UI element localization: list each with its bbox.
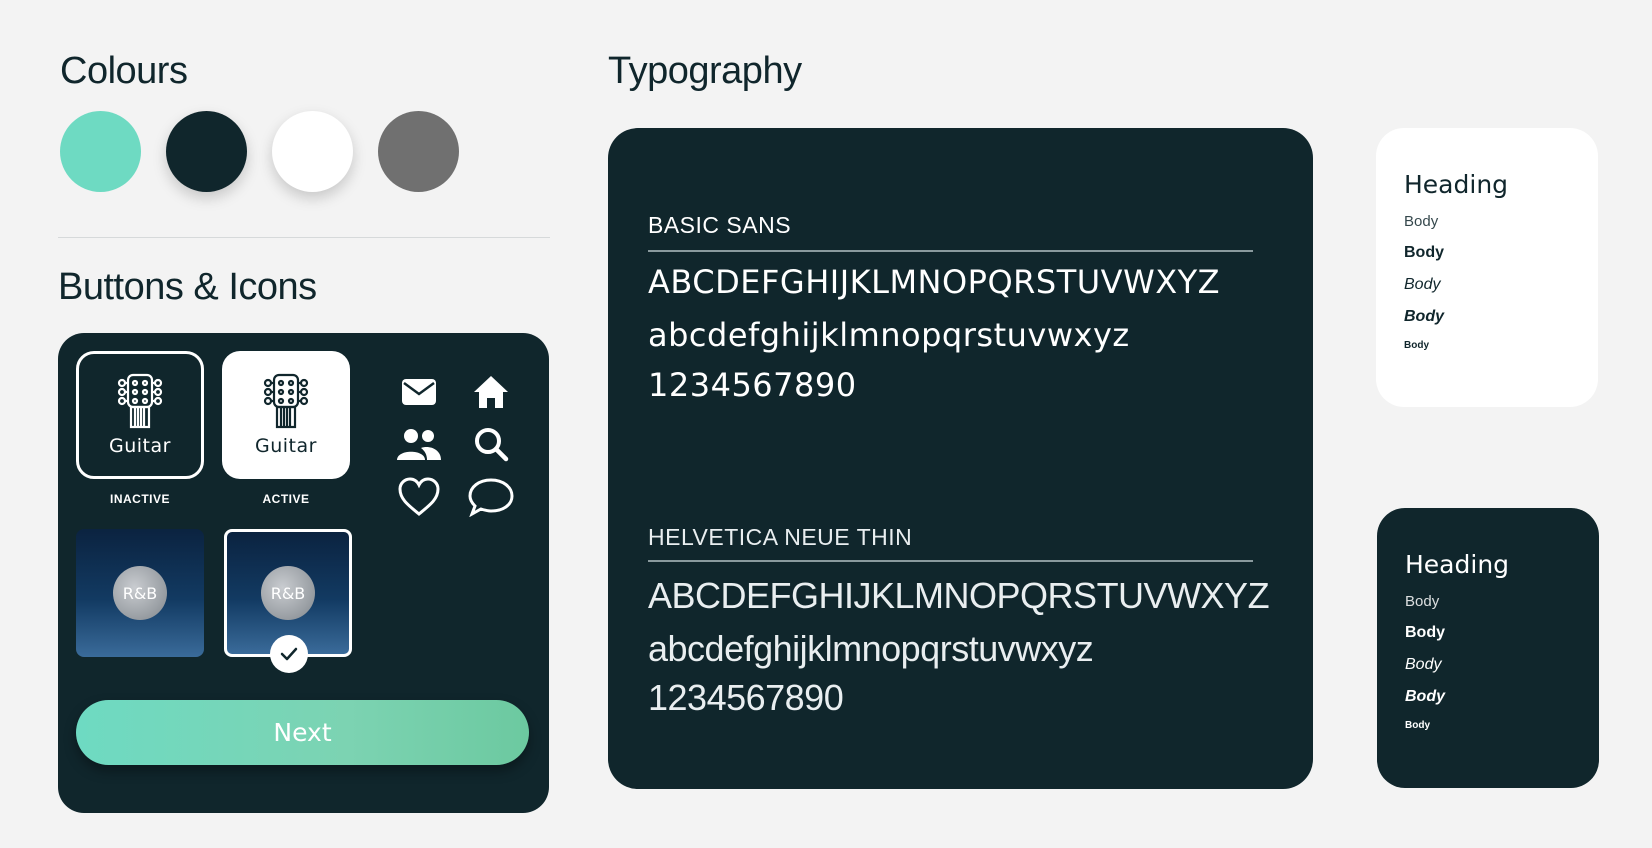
type-styles-light-card: Heading Body Body Body Body Body xyxy=(1376,128,1598,407)
swatch-white xyxy=(272,111,353,192)
body-small-sample: Body xyxy=(1404,340,1429,351)
type-styles-dark-card: Heading Body Body Body Body Body xyxy=(1377,508,1599,788)
typography-card: BASIC SANS ABCDEFGHIJKLMNOPQRSTUVWXYZ ab… xyxy=(608,128,1313,789)
mail-icon[interactable] xyxy=(395,368,443,416)
sample-digits: 1234567890 xyxy=(648,677,844,718)
guitar-headstock-icon xyxy=(263,373,309,429)
colours-title: Colours xyxy=(60,50,188,92)
guitar-headstock-icon xyxy=(117,373,163,429)
body-italic-sample: Body xyxy=(1405,656,1442,673)
guitar-tile-active[interactable]: Guitar xyxy=(222,351,350,479)
heart-icon[interactable] xyxy=(395,473,443,521)
sample-digits: 1234567890 xyxy=(648,366,857,404)
swatch-mint xyxy=(60,111,141,192)
body-small-sample: Body xyxy=(1405,720,1430,731)
checkmark-icon xyxy=(270,635,308,673)
genre-label: R&B xyxy=(113,566,167,620)
heading-sample: Heading xyxy=(1404,170,1509,199)
body-bold-sample: Body xyxy=(1405,624,1445,641)
genre-tile-rnb[interactable]: R&B xyxy=(76,529,204,657)
swatch-grey xyxy=(378,111,459,192)
chat-icon[interactable] xyxy=(467,473,515,521)
next-button[interactable]: Next xyxy=(76,700,529,765)
buttons-icons-title: Buttons & Icons xyxy=(58,266,317,308)
font-divider xyxy=(648,250,1253,252)
font-divider xyxy=(648,560,1253,562)
sample-uppercase: ABCDEFGHIJKLMNOPQRSTUVWXYZ xyxy=(648,263,1221,301)
tile-label: Guitar xyxy=(255,435,317,457)
genre-label: R&B xyxy=(261,566,315,620)
search-icon[interactable] xyxy=(467,420,515,468)
sample-lowercase: abcdefghijklmnopqrstuvwxyz xyxy=(648,628,1094,669)
home-icon[interactable] xyxy=(467,368,515,416)
body-italic-sample: Body xyxy=(1404,276,1441,293)
body-bold-italic-sample: Body xyxy=(1405,688,1445,705)
font-name-basic-sans: BASIC SANS xyxy=(648,212,792,238)
state-label-active: ACTIVE xyxy=(262,492,310,506)
people-icon[interactable] xyxy=(395,420,443,468)
state-label-inactive: INACTIVE xyxy=(109,492,170,506)
body-bold-sample: Body xyxy=(1404,244,1444,261)
buttons-icons-panel: Guitar INACTIVE Guitar ACTIVE R&B R&B Ne… xyxy=(58,333,549,813)
section-divider xyxy=(58,237,550,238)
heading-sample: Heading xyxy=(1405,550,1510,579)
sample-uppercase: ABCDEFGHIJKLMNOPQRSTUVWXYZ xyxy=(648,575,1270,616)
sample-lowercase: abcdefghijklmnopqrstuvwxyz xyxy=(648,316,1130,354)
typography-title: Typography xyxy=(608,50,802,92)
colour-swatches xyxy=(60,111,459,192)
guitar-tile-inactive[interactable]: Guitar xyxy=(76,351,204,479)
body-regular-sample: Body xyxy=(1405,593,1440,610)
tile-label: Guitar xyxy=(109,435,171,457)
swatch-dark-teal xyxy=(166,111,247,192)
font-name-helvetica-neue-thin: HELVETICA NEUE THIN xyxy=(648,524,913,550)
body-bold-italic-sample: Body xyxy=(1404,308,1444,325)
body-regular-sample: Body xyxy=(1404,213,1439,230)
